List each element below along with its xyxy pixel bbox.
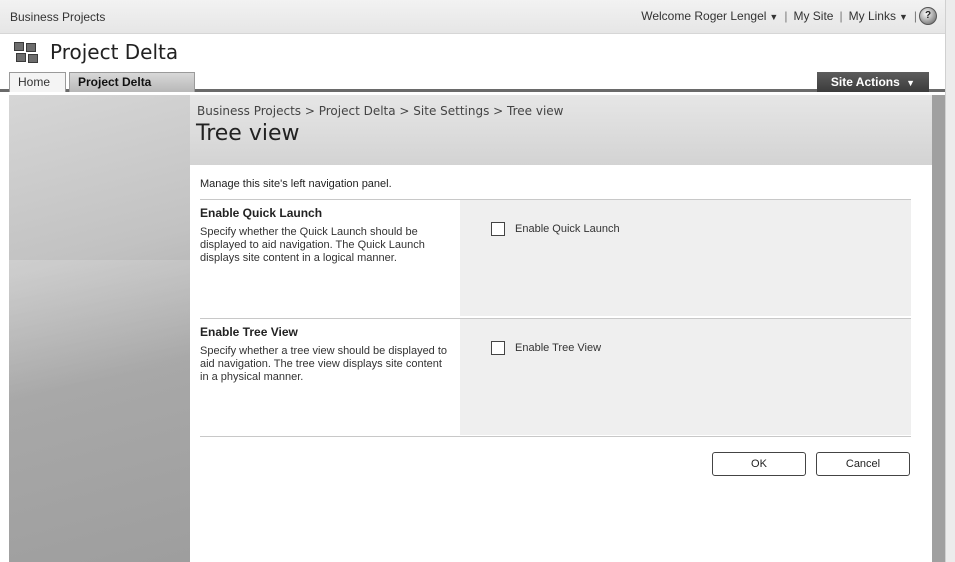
site-actions-menu[interactable]: Site Actions ▼ — [817, 72, 929, 92]
main-content: Business Projects > Project Delta > Site… — [190, 95, 932, 550]
section-quick-launch: Enable Quick Launch Specify whether the … — [200, 200, 911, 316]
site-title[interactable]: Project Delta — [50, 40, 178, 64]
right-border — [932, 95, 945, 562]
page-description: Manage this site's left navigation panel… — [200, 178, 392, 190]
enable-tree-view-checkbox[interactable] — [491, 341, 505, 355]
global-top-bar: Business Projects Welcome Roger Lengel ▼ … — [0, 0, 955, 34]
section-description: Specify whether a tree view should be di… — [200, 345, 448, 383]
left-nav-pane — [9, 95, 190, 562]
welcome-menu[interactable]: Welcome Roger Lengel ▼ — [641, 9, 778, 23]
caret-down-icon: ▼ — [898, 12, 908, 22]
section-description: Specify whether the Quick Launch should … — [200, 226, 425, 264]
my-links-menu[interactable]: My Links ▼ — [849, 9, 908, 23]
scrollbar-vertical[interactable] — [945, 34, 955, 562]
checkbox-label: Enable Quick Launch — [515, 223, 620, 235]
ok-button[interactable]: OK — [712, 452, 806, 476]
welcome-label: Welcome Roger Lengel — [641, 9, 767, 23]
my-site-link[interactable]: My Site — [793, 9, 833, 23]
user-links: Welcome Roger Lengel ▼ | My Site | My Lin… — [641, 9, 917, 23]
site-collection-link[interactable]: Business Projects — [10, 10, 105, 24]
quick-launch-checkbox-row[interactable]: Enable Quick Launch — [491, 222, 620, 236]
section-info: Enable Tree View Specify whether a tree … — [200, 319, 460, 435]
section-tree-view: Enable Tree View Specify whether a tree … — [200, 319, 911, 435]
separator: | — [784, 9, 788, 23]
enable-quick-launch-checkbox[interactable] — [491, 222, 505, 236]
section-info: Enable Quick Launch Specify whether the … — [200, 200, 460, 316]
caret-down-icon: ▼ — [769, 12, 779, 22]
breadcrumb[interactable]: Business Projects > Project Delta > Site… — [197, 104, 564, 118]
top-nav-bar: Home Project Delta Site Actions ▼ — [0, 72, 945, 92]
divider — [200, 436, 911, 437]
separator: | — [913, 9, 917, 23]
my-links-label: My Links — [848, 9, 896, 23]
checkbox-label: Enable Tree View — [515, 342, 602, 354]
scrollbar-top — [945, 0, 955, 34]
separator: | — [839, 9, 843, 23]
tree-view-checkbox-row[interactable]: Enable Tree View — [491, 341, 601, 355]
site-title-bar: Project Delta — [0, 34, 955, 72]
section-control-area: Enable Quick Launch — [460, 200, 911, 316]
page-header: Business Projects > Project Delta > Site… — [190, 95, 932, 165]
site-actions-label: Site Actions — [830, 75, 900, 89]
section-control-area: Enable Tree View — [460, 319, 911, 435]
decorative-swoosh — [9, 260, 190, 460]
help-icon[interactable]: ? — [919, 7, 937, 25]
section-title: Enable Tree View — [200, 325, 298, 339]
page-title: Tree view — [196, 121, 300, 146]
section-title: Enable Quick Launch — [200, 206, 323, 220]
site-logo-icon — [14, 42, 40, 64]
tab-project-delta[interactable]: Project Delta — [69, 72, 195, 92]
cancel-button[interactable]: Cancel — [816, 452, 910, 476]
caret-down-icon: ▼ — [906, 78, 916, 88]
tab-home[interactable]: Home — [9, 72, 66, 92]
